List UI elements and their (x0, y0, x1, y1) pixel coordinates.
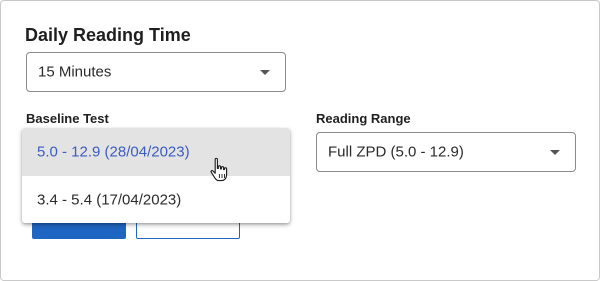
reading-settings-dialog: Daily Reading Time 15 Minutes Baseline T… (0, 0, 600, 281)
daily-reading-time-select[interactable]: 15 Minutes (26, 52, 286, 92)
option-label: 3.4 - 5.4 (17/04/2023) (37, 191, 182, 208)
hand-cursor-icon (210, 157, 228, 182)
daily-reading-time-value: 15 Minutes (38, 63, 112, 81)
baseline-test-label: Baseline Test (26, 111, 109, 126)
dialog-title: Daily Reading Time (25, 25, 191, 45)
caret-down-icon (550, 150, 560, 155)
baseline-test-option[interactable]: 5.0 - 12.9 (28/04/2023) (22, 128, 290, 176)
caret-down-icon (260, 70, 270, 75)
reading-range-select[interactable]: Full ZPD (5.0 - 12.9) (316, 132, 576, 172)
option-label: 5.0 - 12.9 (28/04/2023) (37, 143, 190, 161)
baseline-test-option[interactable]: 3.4 - 5.4 (17/04/2023) (22, 176, 290, 223)
reading-range-value: Full ZPD (5.0 - 12.9) (328, 143, 464, 161)
reading-range-label: Reading Range (316, 111, 411, 126)
baseline-test-dropdown-menu: 5.0 - 12.9 (28/04/2023) 3.4 - 5.4 (17/04… (22, 128, 290, 223)
